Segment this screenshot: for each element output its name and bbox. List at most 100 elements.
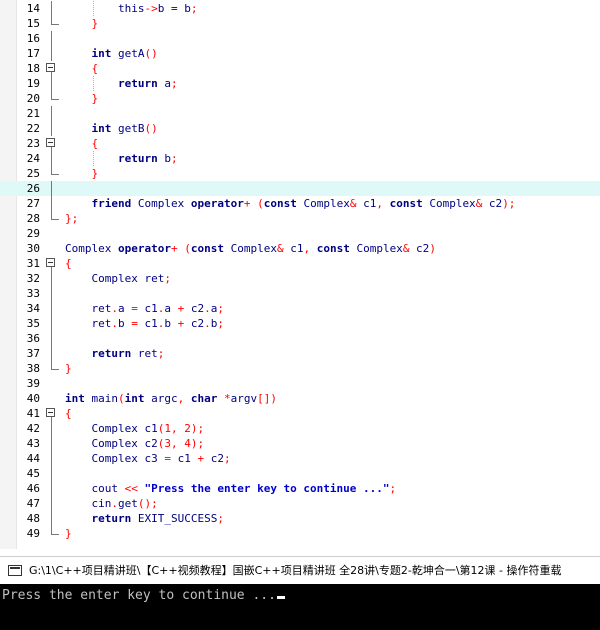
line-number: 14	[26, 2, 40, 15]
code-line[interactable]: 29	[0, 226, 600, 241]
code-line[interactable]: 48 return EXIT_SUCCESS;	[0, 511, 600, 526]
fold-line	[46, 106, 58, 121]
code-line[interactable]: 28};	[0, 211, 600, 226]
code-line[interactable]: 19 return a;	[0, 76, 600, 91]
code-line[interactable]: 39	[0, 376, 600, 391]
line-number: 30	[26, 242, 40, 255]
code-line[interactable]: 18 {	[0, 61, 600, 76]
code-token: c1	[283, 242, 304, 255]
fold-collapse-icon[interactable]	[46, 136, 58, 151]
code-token: *	[224, 392, 231, 405]
line-number: 43	[26, 437, 40, 450]
code-token: .	[111, 497, 118, 510]
code-token: Complex	[422, 197, 476, 210]
console-output-area[interactable]: Press the enter key to continue ...	[0, 584, 600, 630]
fold-collapse-icon[interactable]	[46, 256, 58, 271]
code-line[interactable]: 32 Complex ret;	[0, 271, 600, 286]
code-line[interactable]: 34 ret.a = c1.a + c2.a;	[0, 301, 600, 316]
code-line[interactable]: 15 }	[0, 16, 600, 31]
code-token: c1	[170, 452, 198, 465]
code-token: =	[164, 452, 171, 465]
code-line[interactable]: 14 this->b = b;	[0, 1, 600, 16]
code-token: 2	[184, 422, 191, 435]
code-token: friend	[91, 197, 132, 210]
code-token: <<	[124, 482, 138, 495]
code-token: c2	[482, 197, 503, 210]
line-number: 44	[26, 452, 40, 465]
code-token: "Press the enter key to continue ..."	[144, 482, 390, 495]
fold-end-marker	[46, 16, 59, 31]
line-number: 40	[26, 392, 40, 405]
code-line[interactable]: 41 {	[0, 406, 600, 421]
code-line[interactable]: 33	[0, 286, 600, 301]
fold-line	[46, 466, 58, 481]
code-line[interactable]: 22 int getB()	[0, 121, 600, 136]
line-number: 28	[26, 212, 40, 225]
code-token: cout	[65, 482, 125, 495]
code-text: int main(int argc, char *argv[])	[65, 391, 277, 406]
line-number: 42	[26, 422, 40, 435]
code-line[interactable]: 30 Complex operator+ (const Complex& c1, …	[0, 241, 600, 256]
code-token: ;	[217, 317, 224, 330]
code-line[interactable]: 17 int getA()	[0, 46, 600, 61]
fold-line	[46, 496, 58, 511]
line-number: 45	[26, 467, 40, 480]
code-token: ret	[65, 302, 112, 315]
code-line[interactable]: 43 Complex c2(3, 4);	[0, 436, 600, 451]
code-text: {	[65, 406, 72, 421]
code-line[interactable]: 45	[0, 466, 600, 481]
code-line[interactable]: 42 Complex c1(1, 2);	[0, 421, 600, 436]
code-line[interactable]: 49}	[0, 526, 600, 541]
code-token: a	[164, 302, 178, 315]
code-line[interactable]: 23 {	[0, 136, 600, 151]
fold-end-marker	[46, 166, 59, 181]
code-line[interactable]: 25 }	[0, 166, 600, 181]
code-line[interactable]: 36	[0, 331, 600, 346]
code-token: c2	[409, 242, 430, 255]
code-token: .	[111, 317, 118, 330]
code-token: int	[91, 122, 112, 135]
code-line[interactable]: 26	[0, 181, 600, 196]
code-line[interactable]: 46 cout << "Press the enter key to conti…	[0, 481, 600, 496]
code-editor[interactable]: 14 this->b = b; 15 } 16 17 int getA() 18 {19…	[0, 0, 600, 549]
fold-line	[46, 436, 58, 451]
code-line[interactable]: 35 ret.b = c1.b + c2.b;	[0, 316, 600, 331]
code-token: c1	[137, 302, 158, 315]
console-title-bar[interactable]: G:\1\C++项目精讲班\【C++视频教程】国嵌C++项目精讲班 全28讲\专…	[0, 556, 600, 585]
console-window-icon	[8, 565, 22, 576]
code-token: Complex c3	[65, 452, 165, 465]
code-token: ;	[164, 272, 171, 285]
fold-line	[46, 346, 58, 361]
line-number: 36	[26, 332, 40, 345]
code-text: }	[65, 526, 72, 541]
code-line[interactable]: 16	[0, 31, 600, 46]
code-line[interactable]: 24 return b;	[0, 151, 600, 166]
fold-space	[46, 226, 58, 241]
code-line[interactable]: 47 cin.get();	[0, 496, 600, 511]
code-line[interactable]: 21	[0, 106, 600, 121]
fold-collapse-icon[interactable]	[46, 406, 58, 421]
code-token: const	[263, 197, 297, 210]
code-token: 1	[164, 422, 171, 435]
code-line[interactable]: 37 return ret;	[0, 346, 600, 361]
code-line[interactable]: 27 friend Complex operator+ (const Compl…	[0, 196, 600, 211]
code-line[interactable]: 38}	[0, 361, 600, 376]
line-number: 15	[26, 17, 40, 30]
code-token: 4	[184, 437, 191, 450]
code-line[interactable]: 44 Complex c3 = c1 + c2;	[0, 451, 600, 466]
code-text: Complex c2(3, 4);	[65, 436, 204, 451]
code-token: }	[65, 362, 72, 375]
code-token: (	[118, 392, 125, 405]
line-number: 27	[26, 197, 40, 210]
console-output-text: Press the enter key to continue ...	[2, 588, 276, 603]
code-line[interactable]: 40 int main(int argc, char *argv[])	[0, 391, 600, 406]
code-token: return	[91, 512, 132, 525]
code-line[interactable]: 31 {	[0, 256, 600, 271]
fold-collapse-icon[interactable]	[46, 61, 58, 76]
console-output: Press the enter key to continue ...	[2, 588, 285, 603]
code-line[interactable]: 20 }	[0, 91, 600, 106]
